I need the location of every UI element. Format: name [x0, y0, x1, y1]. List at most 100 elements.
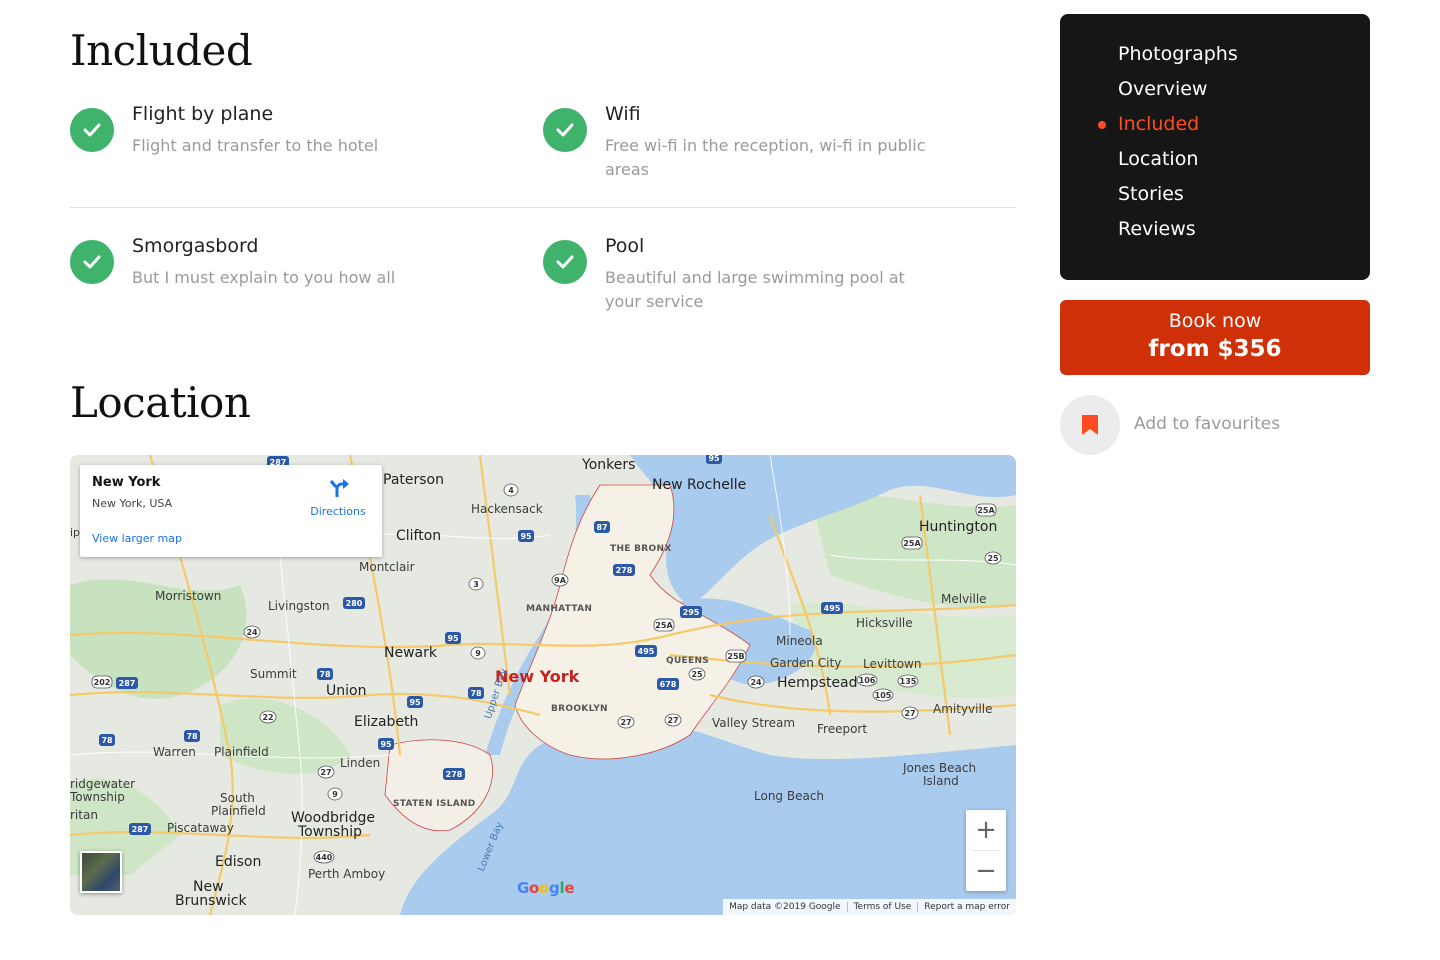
- route-shield: 4: [503, 483, 519, 497]
- report-map-error-link[interactable]: Report a map error: [924, 902, 1010, 912]
- route-shield: 27: [617, 715, 635, 729]
- svg-text:495: 495: [824, 604, 841, 613]
- book-now-label: Book now: [1168, 310, 1262, 332]
- interstate-shield: 95: [407, 696, 423, 708]
- route-shield: 135: [897, 674, 919, 688]
- svg-text:25A: 25A: [903, 539, 921, 548]
- check-icon: [543, 240, 587, 284]
- satellite-toggle[interactable]: [80, 851, 122, 893]
- map-place-subtitle: New York, USA: [92, 497, 173, 510]
- svg-text:25A: 25A: [977, 506, 995, 515]
- location-map[interactable]: Yonkers Paterson New Rochelle Hackensack…: [70, 455, 1016, 915]
- route-shield: 24: [243, 625, 261, 639]
- svg-text:22: 22: [262, 713, 273, 722]
- check-icon: [70, 108, 114, 152]
- interstate-shield: 78: [99, 734, 115, 746]
- route-shield: 25: [688, 667, 706, 681]
- svg-text:280: 280: [346, 599, 363, 608]
- book-now-button[interactable]: Book now from $356: [1060, 300, 1370, 375]
- feature-title: Flight by plane: [132, 103, 274, 125]
- route-shield: 27: [901, 706, 919, 720]
- nav-item-photographs[interactable]: Photographs: [1118, 43, 1238, 65]
- route-shield: 22: [259, 710, 277, 724]
- svg-text:287: 287: [132, 825, 149, 834]
- route-shield: 3: [468, 577, 484, 591]
- route-shield: 25: [984, 551, 1002, 565]
- route-shield: 27: [317, 765, 335, 779]
- svg-text:105: 105: [875, 691, 892, 700]
- nav-item-location[interactable]: Location: [1118, 148, 1198, 170]
- interstate-shield: 278: [613, 564, 635, 576]
- interstate-shield: 78: [468, 687, 484, 699]
- bookmark-icon: [1082, 415, 1098, 435]
- included-title: Included: [70, 26, 253, 75]
- check-icon: [543, 108, 587, 152]
- book-price-label: from $356: [1148, 336, 1282, 362]
- svg-text:25B: 25B: [727, 652, 744, 661]
- svg-text:495: 495: [638, 647, 655, 656]
- add-to-favourites-button[interactable]: [1060, 395, 1120, 455]
- route-shield: 25A: [975, 503, 997, 517]
- add-to-favourites-label[interactable]: Add to favourites: [1134, 414, 1280, 434]
- map-zoom-control: + −: [966, 810, 1006, 891]
- feature-title: Wifi: [605, 103, 641, 125]
- nav-item-included[interactable]: Included: [1118, 113, 1199, 135]
- feature-desc: Flight and transfer to the hotel: [132, 136, 379, 155]
- google-logo: Google: [517, 879, 575, 897]
- svg-text:202: 202: [94, 678, 111, 687]
- svg-text:278: 278: [446, 770, 463, 779]
- svg-text:4: 4: [508, 486, 514, 495]
- feature-desc: But I must explain to you how all: [132, 268, 396, 287]
- view-larger-map-link[interactable]: View larger map: [92, 532, 182, 545]
- interstate-shield: 280: [343, 597, 365, 609]
- route-shield: 105: [872, 688, 894, 702]
- svg-text:287: 287: [119, 679, 136, 688]
- interstate-shield: 495: [635, 645, 657, 657]
- interstate-shield: 295: [680, 606, 702, 618]
- interstate-shield: 95: [378, 738, 394, 750]
- feature-title: Pool: [605, 235, 645, 257]
- svg-text:106: 106: [859, 676, 876, 685]
- svg-text:78: 78: [101, 736, 113, 745]
- svg-text:9: 9: [332, 790, 338, 799]
- feature-desc: Beautiful and large swimming pool at you…: [605, 268, 905, 311]
- svg-text:87: 87: [596, 523, 607, 532]
- nav-item-overview[interactable]: Overview: [1118, 78, 1207, 100]
- svg-text:135: 135: [900, 677, 917, 686]
- svg-text:27: 27: [667, 716, 678, 725]
- svg-text:24: 24: [750, 678, 762, 687]
- route-shield: 9: [327, 787, 343, 801]
- svg-text:678: 678: [660, 680, 677, 689]
- svg-text:9A: 9A: [554, 576, 567, 585]
- route-shield: 24: [747, 675, 765, 689]
- zoom-out-button[interactable]: −: [966, 851, 1006, 891]
- interstate-shield: 87: [594, 521, 610, 533]
- nav-item-reviews[interactable]: Reviews: [1118, 218, 1196, 240]
- route-shield: 440: [313, 850, 335, 864]
- map-info-card: New York New York, USA View larger map D…: [80, 465, 382, 557]
- interstate-shield: 78: [317, 668, 333, 680]
- route-shield: 106: [856, 673, 878, 687]
- svg-text:24: 24: [246, 628, 258, 637]
- route-shield: 202: [91, 675, 113, 689]
- nav-item-stories[interactable]: Stories: [1118, 183, 1184, 205]
- directions-label: Directions: [310, 505, 366, 518]
- directions-icon: [329, 479, 349, 497]
- terms-of-use-link[interactable]: Terms of Use: [854, 902, 912, 912]
- interstate-shield: 678: [657, 678, 679, 690]
- zoom-in-button[interactable]: +: [966, 810, 1006, 850]
- route-shield: 25A: [901, 536, 923, 550]
- svg-text:95: 95: [409, 698, 421, 707]
- directions-button[interactable]: Directions: [308, 477, 368, 518]
- section-nav: Photographs Overview Included Location S…: [1060, 14, 1370, 280]
- feature-desc: Free wi-fi in the reception, wi-fi in pu…: [605, 136, 926, 179]
- interstate-shield: 287: [116, 677, 138, 689]
- svg-text:440: 440: [316, 853, 333, 862]
- svg-text:3: 3: [473, 580, 479, 589]
- svg-text:278: 278: [616, 566, 633, 575]
- active-indicator-dot: [1098, 121, 1106, 129]
- route-shield: 25A: [653, 618, 675, 632]
- svg-text:25: 25: [691, 670, 703, 679]
- svg-text:9: 9: [475, 649, 481, 658]
- svg-text:95: 95: [447, 634, 459, 643]
